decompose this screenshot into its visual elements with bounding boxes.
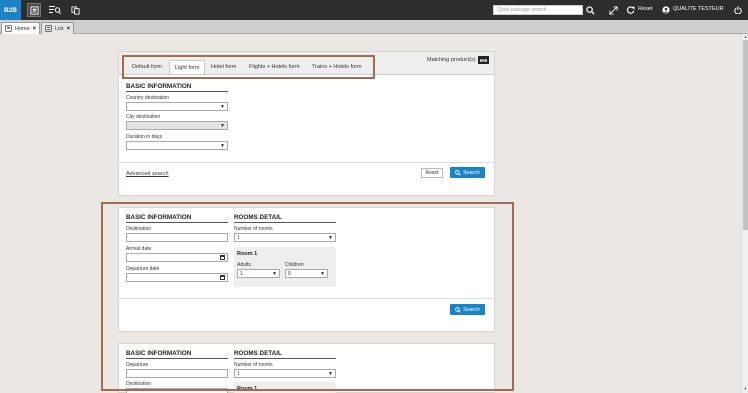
adults-value: 1 xyxy=(240,271,243,277)
destination-label: Destination xyxy=(126,226,152,232)
caret-down-icon: ▼ xyxy=(328,235,333,241)
user-icon xyxy=(662,4,672,16)
tab-flights-hotels-form[interactable]: Flights + Hotels form xyxy=(244,60,305,74)
search-button[interactable]: Search xyxy=(450,167,485,178)
scroll-up-icon[interactable]: ▲ xyxy=(743,34,748,39)
rooms-count-value: 1 xyxy=(237,371,240,377)
caret-down-icon: ▼ xyxy=(220,123,225,129)
tab-light-form[interactable]: Light form xyxy=(169,60,206,74)
room-card: Room 1 Adults 1 ▼ Children 0 ▼ xyxy=(234,247,336,287)
caret-down-icon: ▼ xyxy=(328,371,333,377)
tab-home-label: Home xyxy=(15,25,30,32)
quick-search-input[interactable]: Quick package search xyxy=(493,5,583,15)
caret-down-icon: ▼ xyxy=(272,271,277,277)
search-icon xyxy=(455,169,461,176)
list-tab-icon xyxy=(45,25,52,32)
rooms-count-label: Number of rooms xyxy=(234,226,273,232)
search-panel: Default form Light form Hotel form Fligh… xyxy=(118,51,495,196)
section-title-rooms-detail: ROOMS DETAIL xyxy=(234,214,336,223)
power-icon[interactable] xyxy=(734,4,744,16)
rooms-count-select[interactable]: 1 ▼ xyxy=(234,369,336,378)
duration-select[interactable]: ▼ xyxy=(126,141,228,150)
search-button-label: Search xyxy=(463,306,480,313)
room-title: Room 1 xyxy=(237,386,258,392)
adults-label: Adults xyxy=(237,262,251,268)
matching-count-badge: 696 xyxy=(478,56,489,64)
section-title-basic-info: BASIC INFORMATION xyxy=(126,350,228,359)
city-label: City destination xyxy=(126,114,161,120)
copy-icon[interactable] xyxy=(68,3,82,17)
expand-icon[interactable] xyxy=(609,4,619,16)
caret-down-icon: ▼ xyxy=(320,271,325,277)
advanced-search-link[interactable]: Advanced search xyxy=(126,171,169,177)
room-title: Room 1 xyxy=(237,251,258,257)
tab-default-form[interactable]: Default form xyxy=(127,60,167,74)
room-card: Room 1 xyxy=(234,382,336,393)
section-title-basic-info: BASIC INFORMATION xyxy=(126,214,228,223)
vertical-scrollbar[interactable]: ▲ ▼ xyxy=(741,34,748,393)
tab-list-label: List xyxy=(55,25,64,32)
tab-hotel-form[interactable]: Hotel form xyxy=(206,60,241,74)
list-search-icon[interactable] xyxy=(48,3,62,17)
departure-date-input[interactable] xyxy=(126,273,228,282)
window-tab-bar: Home × List × xyxy=(0,20,748,34)
top-bar: B2B Quick package search Reset QUALITE T… xyxy=(0,0,748,20)
divider xyxy=(119,298,494,299)
search-icon xyxy=(455,306,461,313)
app-logo[interactable]: B2B xyxy=(0,0,21,20)
city-select[interactable]: ▼ xyxy=(126,121,228,130)
user-name[interactable]: QUALITE TESTEUR xyxy=(673,6,724,12)
close-icon[interactable]: × xyxy=(67,26,71,32)
children-select[interactable]: 0 ▼ xyxy=(285,269,328,278)
search-button[interactable]: Search xyxy=(450,304,485,315)
reset-button[interactable]: Reset xyxy=(638,6,652,12)
home-tab-icon xyxy=(5,25,12,32)
refresh-icon[interactable] xyxy=(626,4,637,16)
departure-label: Departure xyxy=(126,362,149,368)
caret-down-icon: ▼ xyxy=(220,143,225,149)
destination-label: Destination xyxy=(126,381,152,387)
section-title-rooms-detail: ROOMS DETAIL xyxy=(234,350,336,359)
calendar-icon[interactable] xyxy=(220,275,225,280)
arrival-date-label: Arrival date xyxy=(126,246,152,252)
caret-down-icon: ▼ xyxy=(220,104,225,110)
tab-home[interactable]: Home × xyxy=(1,22,41,34)
scroll-down-icon[interactable]: ▼ xyxy=(743,386,748,391)
close-icon[interactable]: × xyxy=(33,26,37,32)
departure-date-label: Departure date xyxy=(126,266,160,272)
country-label: Country destination xyxy=(126,95,170,101)
tab-trains-hotels-form[interactable]: Trains + Hotels form xyxy=(307,60,366,74)
scroll-thumb[interactable] xyxy=(743,40,748,230)
rooms-count-select[interactable]: 1 ▼ xyxy=(234,233,336,242)
country-select[interactable]: ▼ xyxy=(126,102,228,111)
children-value: 0 xyxy=(288,271,291,277)
matching-products-label: Matching product(s) xyxy=(427,57,476,63)
destination-input[interactable] xyxy=(126,233,228,242)
home-icon[interactable] xyxy=(27,3,41,17)
search-button-label: Search xyxy=(463,169,480,176)
calendar-icon[interactable] xyxy=(220,255,225,260)
duration-label: Duration in days xyxy=(126,134,163,140)
reset-form-button[interactable]: Reset xyxy=(421,168,443,178)
destination-input[interactable] xyxy=(126,388,228,393)
search-icon[interactable] xyxy=(586,4,596,16)
divider xyxy=(119,162,494,163)
departure-input[interactable] xyxy=(126,369,228,378)
children-label: Children xyxy=(285,262,304,268)
tab-list[interactable]: List × xyxy=(41,22,75,34)
arrival-date-input[interactable] xyxy=(126,253,228,262)
hotel-form-panel: BASIC INFORMATION ROOMS DETAIL Destinati… xyxy=(118,207,495,332)
rooms-count-value: 1 xyxy=(237,235,240,241)
section-title-basic-info: BASIC INFORMATION xyxy=(126,83,228,92)
adults-select[interactable]: 1 ▼ xyxy=(237,269,280,278)
rooms-count-label: Number of rooms xyxy=(234,362,273,368)
flights-hotels-form-panel: BASIC INFORMATION ROOMS DETAIL Departure… xyxy=(118,343,495,393)
